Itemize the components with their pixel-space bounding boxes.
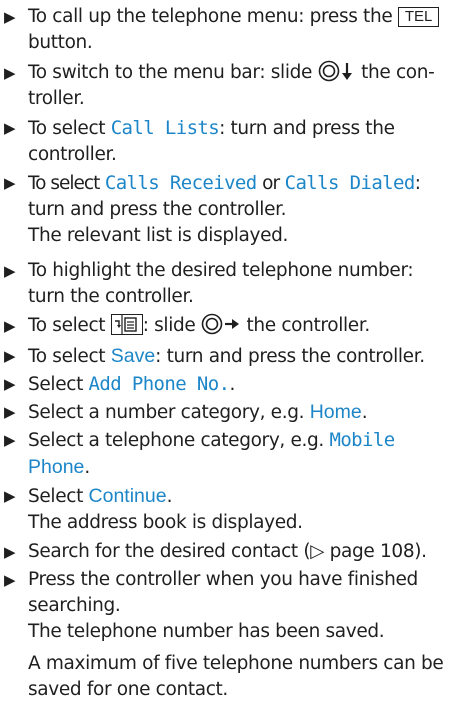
step-text: To select xyxy=(28,173,100,194)
note-text: saved for one contact. xyxy=(28,679,228,700)
step-text: To select xyxy=(28,346,106,367)
result-text: The relevant list is displayed. xyxy=(28,225,289,246)
bullet-triangle-icon: ▶ xyxy=(4,487,16,505)
step-text: Select a number category, e.g. xyxy=(28,402,305,423)
bullet-triangle-icon: ▶ xyxy=(4,347,16,365)
step-text: controller. xyxy=(28,144,117,165)
bullet-triangle-icon: ▶ xyxy=(4,317,16,335)
menu-item-save: Save xyxy=(110,345,156,367)
step-search-contact: ▶ Search for the desired contact (▷ page… xyxy=(4,539,460,565)
step-text: Select xyxy=(28,374,83,395)
menu-item-calls-received: Calls Received xyxy=(104,172,257,194)
step-select-continue: ▶ Select Continue. The address book is d… xyxy=(4,483,460,536)
step-text: turn the controller. xyxy=(28,286,194,307)
menu-item-home: Home xyxy=(309,401,362,423)
step-text: : turn and press the controller. xyxy=(155,346,425,367)
step-text: . xyxy=(166,486,173,507)
step-highlight-number: ▶ To highlight the desired telephone num… xyxy=(4,258,460,310)
step-text: To highlight the desired telephone numbe… xyxy=(28,260,414,281)
store-number-icon xyxy=(110,314,143,335)
step-text: To call up the telephone menu: press the xyxy=(28,6,393,27)
step-text: . xyxy=(84,457,90,478)
menu-item-continue: Continue xyxy=(88,485,167,507)
step-switch-menu-bar: ▶ To switch to the menu bar: slide the c… xyxy=(4,60,460,112)
step-text: . xyxy=(229,374,235,395)
menu-item-add-phone-no: Add Phone No. xyxy=(88,373,231,395)
menu-item-mobile-phone: Mobile xyxy=(329,429,396,451)
step-press-controller: ▶ Press the controller when you have fin… xyxy=(4,567,460,703)
step-text: or xyxy=(262,173,280,194)
result-text: The address book is displayed. xyxy=(28,512,303,533)
step-select-save: ▶ To select Save: turn and press the con… xyxy=(4,343,460,370)
step-text: the controller. xyxy=(246,315,371,336)
menu-item-calls-dialed: Calls Dialed xyxy=(284,172,416,194)
bullet-triangle-icon: ▶ xyxy=(4,262,16,280)
step-text: Select a telephone category, e.g. xyxy=(28,430,324,451)
bullet-triangle-icon: ▶ xyxy=(4,431,16,449)
menu-item-mobile-phone-cont: Phone xyxy=(28,456,85,478)
step-select-calls-received-dialed: ▶ To select Calls Received or Calls Dial… xyxy=(4,170,460,249)
menu-item-call-lists: Call Lists xyxy=(110,117,220,139)
step-text: To select xyxy=(28,315,106,336)
step-text: : slide xyxy=(142,315,196,336)
step-select-telephone-category: ▶ Select a telephone category, e.g. Mobi… xyxy=(4,427,460,481)
step-text: Search for the desired contact (▷ page 1… xyxy=(28,541,427,562)
step-select-store-icon: ▶ To select : slide the controller. xyxy=(4,313,460,339)
step-text: searching. xyxy=(28,595,121,616)
step-select-number-category: ▶ Select a number category, e.g. Home. xyxy=(4,399,460,426)
tel-key-icon: TEL xyxy=(397,7,440,27)
bullet-triangle-icon: ▶ xyxy=(4,174,16,192)
bullet-triangle-icon: ▶ xyxy=(4,375,16,393)
step-text: button. xyxy=(28,32,93,53)
step-text: Select xyxy=(28,486,83,507)
bullet-triangle-icon: ▶ xyxy=(4,119,16,137)
instruction-page: ▶ To call up the telephone menu: press t… xyxy=(0,0,462,709)
step-text: Press the controller when you have finis… xyxy=(28,569,418,590)
step-select-call-lists: ▶ To select Call Lists: turn and press t… xyxy=(4,115,460,168)
step-text: To switch to the menu bar: slide xyxy=(28,62,313,83)
bullet-triangle-icon: ▶ xyxy=(4,64,16,82)
step-text: troller. xyxy=(28,88,85,109)
step-text: . xyxy=(361,402,368,423)
step-select-add-phone-no: ▶ Select Add Phone No.. xyxy=(4,371,460,398)
bullet-triangle-icon: ▶ xyxy=(4,571,16,589)
controller-slide-down-icon xyxy=(318,60,352,82)
step-text: turn and press the controller. xyxy=(28,199,287,220)
step-text: : xyxy=(414,173,421,194)
controller-slide-right-icon xyxy=(201,313,239,335)
note-text: A maximum of five telephone numbers can … xyxy=(28,653,444,674)
result-text: The telephone number has been saved. xyxy=(28,621,385,642)
step-text: the con- xyxy=(361,62,435,83)
bullet-triangle-icon: ▶ xyxy=(4,8,16,26)
step-text: : turn and press the xyxy=(219,118,395,139)
bullet-triangle-icon: ▶ xyxy=(4,403,16,421)
bullet-triangle-icon: ▶ xyxy=(4,543,16,561)
step-call-telephone-menu: ▶ To call up the telephone menu: press t… xyxy=(4,4,460,56)
step-text: To select xyxy=(28,118,106,139)
